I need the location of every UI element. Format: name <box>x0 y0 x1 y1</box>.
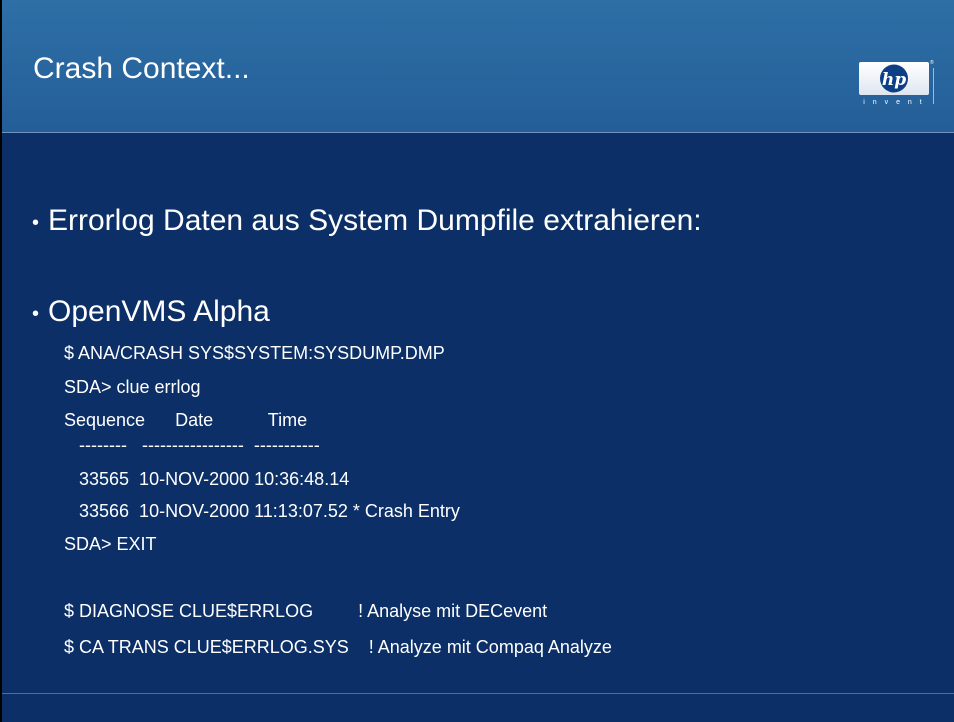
slide: Crash Context... hp i n v e n t ® • Erro… <box>0 0 954 722</box>
code-line: $ DIAGNOSE CLUE$ERRLOG ! Analyse mit DEC… <box>64 601 548 621</box>
code-line: 33566 10-NOV-2000 11:13:07.52 * Crash En… <box>64 501 460 521</box>
code-line: -------- ----------------- ----------- <box>64 435 320 455</box>
header-divider <box>0 132 954 133</box>
code-line: $ ANA/CRASH SYS$SYSTEM:SYSDUMP.DMP <box>64 343 445 363</box>
bullet-text: OpenVMS Alpha <box>48 295 270 328</box>
bullet-dot-icon: • <box>32 303 40 325</box>
bullet-item: • Errorlog Daten aus System Dumpfile ext… <box>32 203 702 239</box>
hp-logo-tagline: i n v e n t <box>863 99 925 106</box>
hp-logo-icon: hp i n v e n t <box>859 62 929 110</box>
slide-title: Crash Context... <box>33 52 250 85</box>
registered-mark: ® <box>930 60 934 66</box>
logo-divider <box>933 68 934 104</box>
bullet-item: • OpenVMS Alpha <box>32 294 270 330</box>
hp-logo-mark: hp <box>880 64 908 93</box>
code-line: $ CA TRANS CLUE$ERRLOG.SYS ! Analyze mit… <box>64 637 612 657</box>
code-line: 33565 10-NOV-2000 10:36:48.14 <box>64 469 350 489</box>
code-line: SDA> EXIT <box>64 534 157 554</box>
slide-edge <box>0 0 2 722</box>
footer-divider <box>0 693 954 694</box>
bullet-dot-icon: • <box>32 212 40 234</box>
hp-logo-badge: hp <box>859 62 929 95</box>
code-line: Sequence Date Time <box>64 410 308 430</box>
svg-text:hp: hp <box>882 70 906 90</box>
code-line: SDA> clue errlog <box>64 377 201 397</box>
bullet-text: Errorlog Daten aus System Dumpfile extra… <box>48 204 702 237</box>
